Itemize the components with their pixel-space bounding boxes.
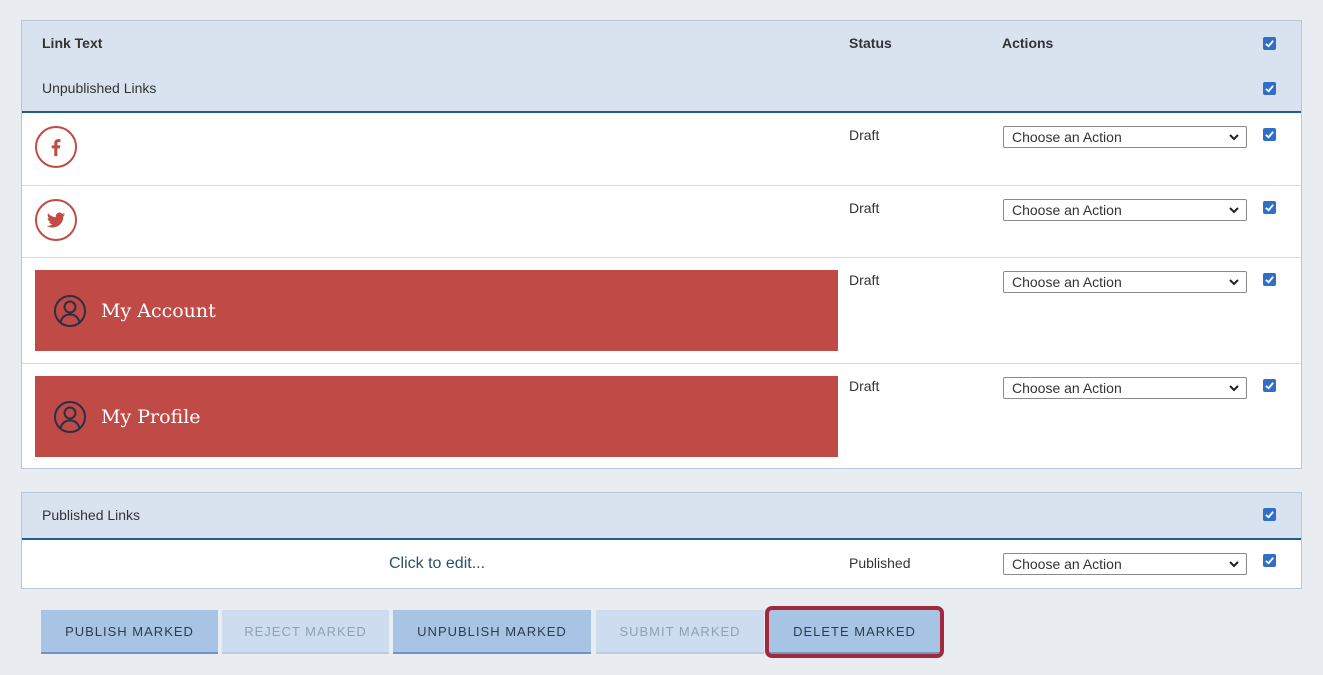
facebook-icon[interactable] [35,126,77,168]
twitter-icon[interactable] [35,199,77,241]
action-select-value: Choose an Action [1012,129,1122,145]
published-header: Published Links [22,493,1301,540]
table-row: Click to edit... Published Choose an Act… [22,540,1301,588]
action-select-value: Choose an Action [1012,274,1122,290]
status-text: Published [849,555,911,571]
click-to-edit-link[interactable]: Click to edit... [389,555,485,573]
status-text: Draft [849,272,880,288]
status-text: Draft [849,200,880,216]
row-checkbox[interactable] [1263,201,1276,214]
banner-label: My Account [101,299,216,322]
action-select[interactable]: Choose an Action [1003,199,1247,221]
action-select-value: Choose an Action [1012,202,1122,218]
chevron-down-icon [1229,279,1239,286]
column-header-status: Status [849,35,892,51]
my-profile-link-banner[interactable]: My Profile [35,376,838,457]
chevron-down-icon [1229,207,1239,214]
table-row: Draft Choose an Action [22,185,1301,257]
select-unpublished-checkbox[interactable] [1263,82,1276,95]
user-icon [54,400,86,433]
banner-label: My Profile [101,405,201,428]
chevron-down-icon [1229,561,1239,568]
chevron-down-icon [1229,385,1239,392]
status-text: Draft [849,378,880,394]
my-account-link-banner[interactable]: My Account [35,270,838,351]
action-select[interactable]: Choose an Action [1003,377,1247,399]
published-links-label: Published Links [42,507,141,523]
unpublished-links-label: Unpublished Links [42,80,157,96]
submit-marked-button[interactable]: SUBMIT MARKED [596,610,764,654]
action-select[interactable]: Choose an Action [1003,553,1247,575]
published-links-panel: Published Links Click to edit... Publish… [21,492,1302,589]
table-header: Link Text Status Actions Unpublished Lin… [22,21,1301,113]
action-select-value: Choose an Action [1012,380,1122,396]
table-row: Draft Choose an Action [22,113,1301,185]
action-select[interactable]: Choose an Action [1003,271,1247,293]
delete-marked-button[interactable]: DELETE MARKED [765,606,944,658]
table-row: My Account Draft Choose an Action [22,257,1301,363]
user-icon [54,294,86,327]
action-select[interactable]: Choose an Action [1003,126,1247,148]
column-header-actions: Actions [1002,35,1054,51]
row-checkbox[interactable] [1263,554,1276,567]
select-published-checkbox[interactable] [1263,508,1276,521]
unpublished-links-panel: Link Text Status Actions Unpublished Lin… [21,20,1302,469]
row-checkbox[interactable] [1263,128,1276,141]
reject-marked-button[interactable]: REJECT MARKED [222,610,389,654]
unpublish-marked-button[interactable]: UNPUBLISH MARKED [393,610,591,654]
select-all-checkbox[interactable] [1263,37,1276,50]
row-checkbox[interactable] [1263,273,1276,286]
table-row: My Profile Draft Choose an Action [22,363,1301,469]
action-select-value: Choose an Action [1012,556,1122,572]
status-text: Draft [849,127,880,143]
column-header-link-text: Link Text [42,35,103,51]
chevron-down-icon [1229,134,1239,141]
publish-marked-button[interactable]: PUBLISH MARKED [41,610,218,654]
row-checkbox[interactable] [1263,379,1276,392]
